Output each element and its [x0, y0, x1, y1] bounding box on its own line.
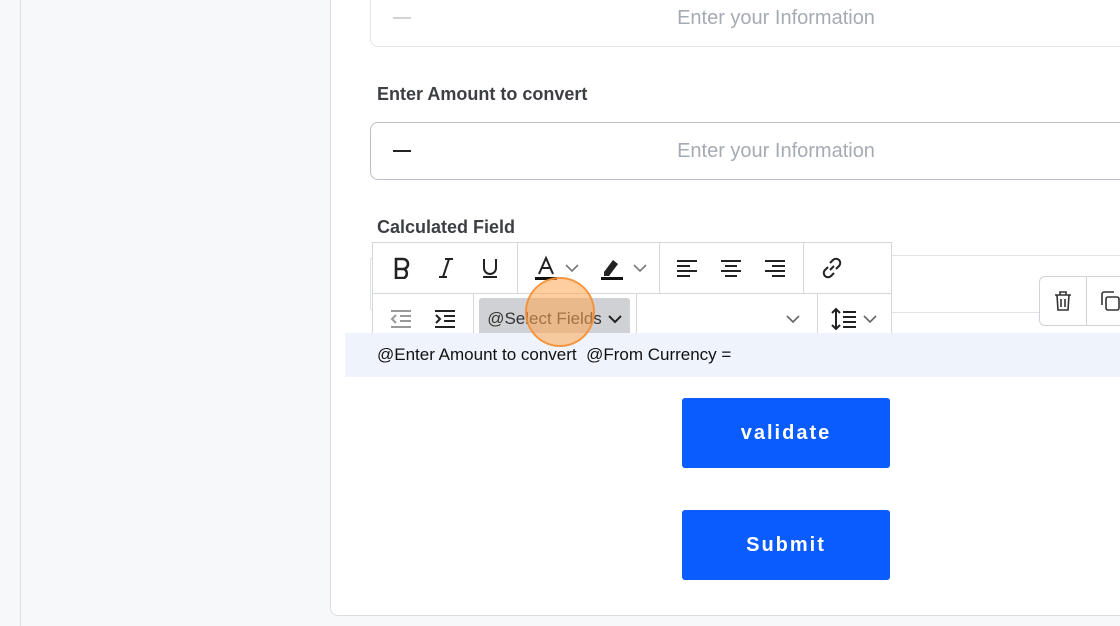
delete-button[interactable]	[1040, 277, 1086, 325]
italic-button[interactable]	[431, 251, 461, 285]
indent-button[interactable]	[431, 302, 459, 336]
bold-icon	[394, 257, 410, 279]
amount-label: Enter Amount to convert	[377, 84, 588, 104]
copy-icon	[1101, 291, 1120, 311]
outdent-button[interactable]	[387, 302, 415, 336]
chevron-down-icon	[608, 315, 622, 324]
underline-button[interactable]	[475, 251, 505, 285]
trash-icon	[1055, 291, 1071, 311]
toolbar-separator	[803, 243, 804, 293]
toolbar-row-1	[373, 243, 891, 294]
align-left-icon	[677, 260, 697, 277]
highlighter-icon	[601, 260, 623, 280]
link-icon	[822, 257, 842, 279]
amount-input[interactable]: Enter your Information	[370, 122, 1120, 180]
align-center-button[interactable]	[717, 251, 745, 285]
align-right-icon	[765, 260, 785, 277]
highlight-color-button[interactable]	[595, 251, 651, 285]
left-rail	[0, 0, 21, 626]
chevron-down-icon	[633, 264, 647, 273]
information-input[interactable]: Enter your Information	[370, 0, 1120, 47]
toolbar-separator	[659, 243, 660, 293]
formula-text: @Enter Amount to convert @From Currency …	[377, 345, 732, 364]
align-center-icon	[721, 260, 741, 277]
outdent-icon	[390, 310, 411, 328]
chevron-down-icon	[565, 264, 579, 273]
underline-icon	[483, 259, 497, 278]
duplicate-button[interactable]	[1087, 277, 1120, 325]
line-height-button[interactable]	[829, 302, 879, 336]
input-placeholder: Enter your Information	[677, 140, 875, 162]
toolbar-separator	[517, 243, 518, 293]
formula-content[interactable]: @Enter Amount to convert @From Currency …	[345, 333, 1120, 377]
align-left-button[interactable]	[673, 251, 701, 285]
rich-text-toolbar: @Select Fields	[372, 242, 892, 345]
submit-button[interactable]: Submit	[682, 510, 890, 580]
field-actions	[1039, 276, 1120, 326]
insert-link-button[interactable]	[817, 251, 847, 285]
input-placeholder: Enter your Information	[677, 7, 875, 29]
click-indicator	[525, 277, 595, 347]
line-height-icon	[831, 307, 856, 331]
indent-icon	[435, 310, 455, 328]
calculated-field-label: Calculated Field	[377, 217, 516, 237]
chevron-down-icon	[863, 315, 877, 324]
align-right-button[interactable]	[761, 251, 789, 285]
italic-icon	[439, 258, 453, 278]
bold-button[interactable]	[387, 251, 417, 285]
validate-button[interactable]: validate	[682, 398, 890, 468]
chevron-down-icon	[786, 315, 800, 324]
